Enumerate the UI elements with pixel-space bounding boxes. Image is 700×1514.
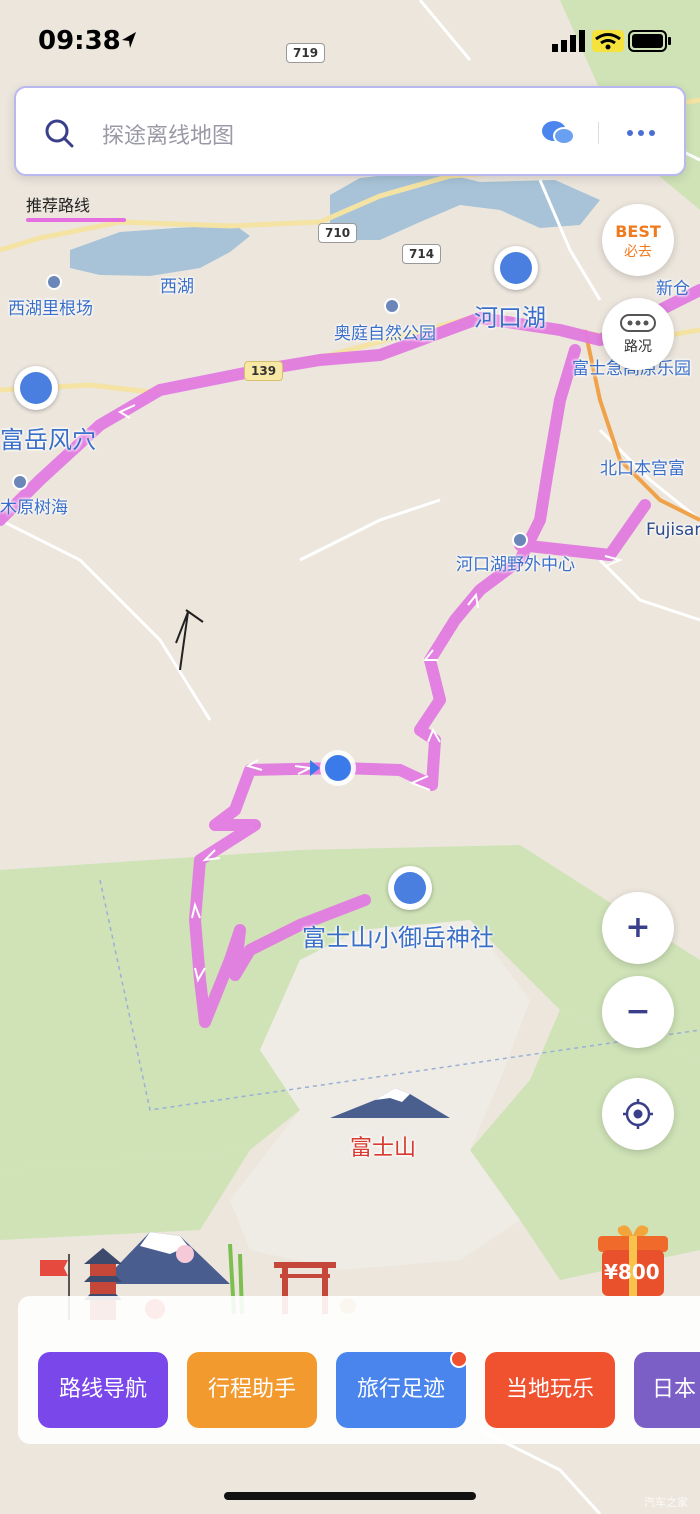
tile-japan[interactable]: 日本 — [634, 1352, 700, 1428]
divider — [598, 122, 599, 144]
traffic-label: 路况 — [624, 339, 652, 355]
map-label-fujisan-station[interactable]: Fujisan — [646, 520, 700, 540]
tile-itinerary-assistant[interactable]: 行程助手 — [187, 1352, 317, 1428]
location-arrow-icon — [122, 32, 136, 48]
coupon-amount: ¥800 — [604, 1260, 660, 1284]
notification-dot — [450, 1350, 468, 1368]
landmark-pin-icon[interactable] — [14, 366, 58, 410]
battery-icon — [628, 30, 671, 52]
map-label-kawaguchiko[interactable]: 河口湖 — [474, 298, 546, 333]
poi-pin-icon[interactable] — [46, 274, 62, 290]
wifi-icon — [592, 30, 624, 52]
road-number: 710 — [318, 223, 358, 243]
gift-icon — [598, 1225, 668, 1296]
map-label-field-center[interactable]: 河口湖野外中心 — [456, 550, 575, 575]
map-label-saiko-nenba[interactable]: 西湖里根场 — [8, 294, 93, 319]
landmark-pin-icon[interactable] — [388, 866, 432, 910]
tile-label: 路线导航 — [58, 1377, 147, 1402]
home-indicator[interactable] — [224, 1492, 476, 1500]
map-label-fugaku[interactable]: 富岳风穴 — [0, 420, 96, 455]
status-time: 09:38 — [38, 26, 121, 56]
zoom-in-icon: + — [625, 910, 651, 945]
map-label-saiko[interactable]: 西湖 — [160, 272, 194, 297]
map-label-shinkura[interactable]: 新仓 — [656, 274, 690, 299]
traffic-icon — [620, 314, 656, 332]
more-icon[interactable] — [626, 128, 656, 138]
zoom-in-button[interactable]: + — [602, 892, 674, 964]
tile-route-navigation[interactable]: 路线导航 — [38, 1352, 168, 1428]
tile-travel-footprint[interactable]: 旅行足迹 — [336, 1350, 468, 1428]
search-input[interactable]: 探途离线地图 — [102, 118, 234, 150]
best-places-button[interactable]: BEST 必去 — [602, 204, 674, 276]
locate-icon — [623, 1099, 653, 1129]
coupon-gift-button[interactable]: ¥800 — [598, 1222, 668, 1296]
status-bar: 09:38 — [0, 0, 700, 80]
tile-local-activities[interactable]: 当地玩乐 — [485, 1352, 615, 1428]
watermark: 汽车之家 — [644, 1496, 688, 1509]
tile-label: 旅行足迹 — [356, 1377, 445, 1402]
road-number: 714 — [402, 244, 442, 264]
tile-label: 行程助手 — [207, 1377, 296, 1402]
chat-icon[interactable] — [540, 118, 576, 148]
signal-icon — [552, 30, 585, 52]
road-number: 139 — [244, 361, 284, 381]
poi-pin-icon[interactable] — [384, 298, 400, 314]
map-label-okuniwa[interactable]: 奥庭自然公园 — [334, 319, 436, 344]
best-sub-label: 必去 — [624, 244, 652, 260]
poi-pin-icon[interactable] — [12, 474, 28, 490]
map-label-mt-fuji[interactable]: 富士山 — [350, 1130, 416, 1162]
tile-label: 当地玩乐 — [505, 1377, 594, 1402]
zoom-out-icon: − — [625, 994, 651, 1029]
locate-button[interactable] — [602, 1078, 674, 1150]
road-number: 719 — [286, 43, 326, 63]
map-label-aokigahara[interactable]: 木原树海 — [0, 493, 68, 518]
zoom-out-button[interactable]: − — [602, 976, 674, 1048]
search-icon[interactable] — [44, 118, 74, 148]
landmark-pin-icon[interactable] — [494, 246, 538, 290]
map-label-komitake[interactable]: 富士山小御岳神社 — [302, 918, 494, 953]
traffic-button[interactable]: 路况 — [602, 298, 674, 370]
route-legend-label: 推荐路线 — [26, 196, 91, 215]
poi-pin-icon[interactable] — [512, 532, 528, 548]
tile-label: 日本 — [652, 1377, 697, 1402]
route-legend-line — [26, 218, 126, 222]
map-label-kitaguchi[interactable]: 北口本宫富 — [600, 454, 685, 479]
best-label: BEST — [615, 222, 661, 241]
search-bar[interactable]: 探途离线地图 — [14, 86, 686, 176]
